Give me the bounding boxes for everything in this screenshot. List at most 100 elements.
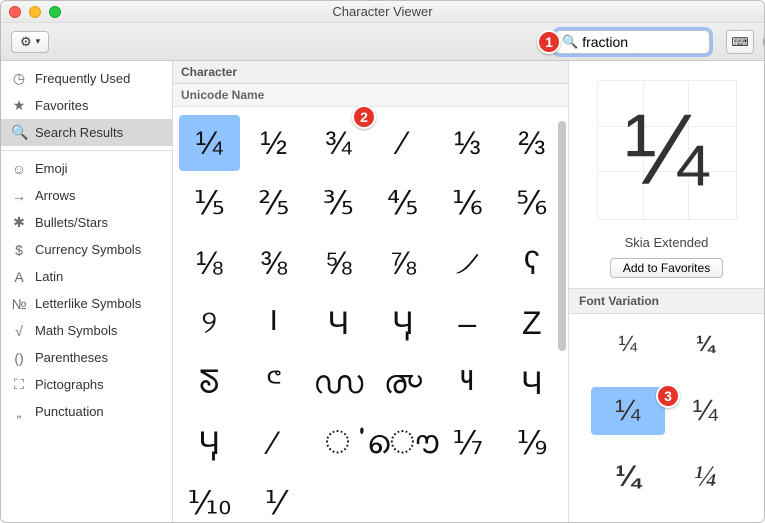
- character-cell[interactable]: ⁄: [373, 115, 434, 171]
- grid-row: ⅒⅟: [177, 473, 564, 522]
- character-grid[interactable]: ¼½¾⁄⅓⅔⅕⅖⅗⅘⅙⅚⅛⅜⅝⅞୵ʕ୨౹ЧӋ–Zᘕᕪ൜൞౺ЧӋ⁄ൎൌ⅐⅑⅒⅟: [173, 107, 568, 522]
- character-cell[interactable]: ൌ: [372, 415, 434, 471]
- character-cell[interactable]: [437, 475, 498, 522]
- paren-icon: (): [11, 350, 27, 366]
- sidebar-item-label: Arrows: [35, 188, 75, 203]
- search-icon: 🔍: [562, 34, 578, 50]
- character-cell[interactable]: Ӌ: [373, 295, 434, 351]
- character-cell[interactable]: ᕪ: [244, 355, 305, 411]
- character-cell[interactable]: ⅜: [244, 235, 305, 291]
- sidebar-item-currency-symbols[interactable]: $Currency Symbols: [1, 236, 172, 263]
- sidebar-item-punctuation[interactable]: „Punctuation: [1, 398, 172, 425]
- grid-row: ⅕⅖⅗⅘⅙⅚: [177, 173, 564, 233]
- character-cell[interactable]: ¾: [308, 115, 369, 171]
- scrollbar[interactable]: [558, 121, 566, 351]
- character-cell[interactable]: ⅔: [502, 115, 563, 171]
- character-cell[interactable]: ⅚: [502, 175, 563, 231]
- sidebar-item-label: Emoji: [35, 161, 68, 176]
- detail-panel: ¼ Skia Extended Add to Favorites Font Va…: [569, 61, 764, 522]
- emoji-icon: ☺: [11, 161, 27, 177]
- character-cell[interactable]: ⅞: [373, 235, 434, 291]
- font-variation-cell[interactable]: ¼: [591, 320, 665, 368]
- sidebar-item-label: Letterlike Symbols: [35, 296, 141, 311]
- sidebar-item-label: Bullets/Stars: [35, 215, 108, 230]
- grid-row: ᘕᕪ൜൞౺Ч: [177, 353, 564, 413]
- character-cell[interactable]: ⅝: [308, 235, 369, 291]
- character-cell[interactable]: ⁄: [243, 415, 303, 471]
- font-name-label: Skia Extended: [569, 235, 764, 250]
- chevron-down-icon: ▾: [36, 36, 41, 47]
- settings-menu-button[interactable]: ⚙ ▾: [11, 31, 49, 53]
- character-cell[interactable]: ୨: [179, 295, 240, 351]
- character-cell[interactable]: ౹: [244, 295, 305, 351]
- category-sidebar: ◷Frequently Used ★ Favorites 🔍Search Result…: [1, 61, 173, 522]
- picto-icon: ⛶: [11, 376, 27, 393]
- keyboard-icon: ⌨: [731, 35, 748, 49]
- font-variation-cell[interactable]: ¼: [669, 453, 743, 501]
- gear-icon: ⚙: [20, 34, 32, 50]
- sidebar-item-bullets-stars[interactable]: ✱Bullets/Stars: [1, 209, 172, 236]
- character-cell[interactable]: ⅕: [179, 175, 240, 231]
- column-header-character: Character: [181, 65, 237, 79]
- add-to-favorites-button[interactable]: Add to Favorites: [610, 258, 723, 278]
- grid-row: ୨౹ЧӋ–Z: [177, 293, 564, 353]
- character-cell[interactable]: [308, 475, 369, 522]
- character-cell[interactable]: ʕ: [502, 235, 563, 291]
- punct-icon: „: [11, 404, 27, 420]
- grid-row: ¼½¾⁄⅓⅔: [177, 113, 564, 173]
- character-cell[interactable]: ⅛: [179, 235, 240, 291]
- character-cell[interactable]: ½: [244, 115, 305, 171]
- keyboard-viewer-button[interactable]: ⌨: [726, 30, 754, 54]
- character-cell[interactable]: –: [437, 295, 498, 351]
- character-cell[interactable]: ⅖: [244, 175, 305, 231]
- main-area: Character Unicode Name ¼½¾⁄⅓⅔⅕⅖⅗⅘⅙⅚⅛⅜⅝⅞୵…: [173, 61, 764, 522]
- character-cell[interactable]: [373, 475, 434, 522]
- font-variation-cell[interactable]: ¼: [669, 387, 743, 435]
- sidebar-item-arrows[interactable]: →Arrows: [1, 182, 172, 209]
- star-icon: ★: [11, 97, 27, 114]
- math-icon: √: [11, 323, 27, 339]
- sidebar-item-pictographs[interactable]: ⛶Pictographs: [1, 371, 172, 398]
- sidebar-item-frequently-used[interactable]: ◷Frequently Used: [1, 65, 172, 92]
- sidebar-item-search-results[interactable]: 🔍Search Results: [1, 119, 172, 146]
- character-cell[interactable]: Z: [502, 295, 563, 351]
- font-variation-cell[interactable]: ¼: [669, 320, 743, 368]
- sidebar-divider: [1, 150, 172, 151]
- character-cell[interactable]: Ӌ: [179, 415, 239, 471]
- character-cell[interactable]: ¼: [179, 115, 240, 171]
- sidebar-item-favorites[interactable]: ★ Favorites: [1, 92, 172, 119]
- character-cell[interactable]: ⅙: [437, 175, 498, 231]
- character-cell[interactable]: ౺: [437, 355, 498, 411]
- sidebar-item-letterlike-symbols[interactable]: №Letterlike Symbols: [1, 290, 172, 317]
- sidebar-item-parentheses[interactable]: ()Parentheses: [1, 344, 172, 371]
- search-field[interactable]: 🔍 ✕: [555, 30, 710, 54]
- character-cell[interactable]: ⅓: [437, 115, 498, 171]
- titlebar: Character Viewer: [1, 1, 764, 23]
- character-preview: ¼: [569, 61, 764, 233]
- character-cell[interactable]: ⅘: [373, 175, 434, 231]
- character-cell[interactable]: ᘕ: [179, 355, 240, 411]
- character-cell[interactable]: Ч: [308, 295, 369, 351]
- clock-icon: ◷: [11, 70, 27, 87]
- character-cell[interactable]: Ч: [502, 355, 563, 411]
- font-variation-cell[interactable]: ¼: [591, 453, 665, 501]
- character-cell[interactable]: ୵: [437, 235, 498, 291]
- sidebar-item-math-symbols[interactable]: √Math Symbols: [1, 317, 172, 344]
- sidebar-item-latin[interactable]: ALatin: [1, 263, 172, 290]
- sidebar-item-emoji[interactable]: ☺ Emoji: [1, 155, 172, 182]
- character-cell[interactable]: ൎ: [307, 415, 367, 471]
- character-cell[interactable]: ⅒: [179, 475, 240, 522]
- character-cell[interactable]: ൞: [373, 355, 434, 411]
- character-cell[interactable]: ⅟: [244, 475, 305, 522]
- font-variation-header: Font Variation: [569, 288, 764, 314]
- character-cell[interactable]: ൜: [308, 355, 369, 411]
- font-variation-cell[interactable]: ¼: [591, 387, 665, 435]
- character-cell[interactable]: ⅐: [438, 415, 498, 471]
- character-cell[interactable]: ⅑: [502, 415, 562, 471]
- grid-row: Ӌ⁄ൎൌ⅐⅑: [177, 413, 564, 473]
- sidebar-item-label: Latin: [35, 269, 63, 284]
- sidebar-item-label: Favorites: [35, 98, 88, 113]
- grid-row: ⅛⅜⅝⅞୵ʕ: [177, 233, 564, 293]
- character-cell[interactable]: ⅗: [308, 175, 369, 231]
- character-cell[interactable]: [502, 475, 563, 522]
